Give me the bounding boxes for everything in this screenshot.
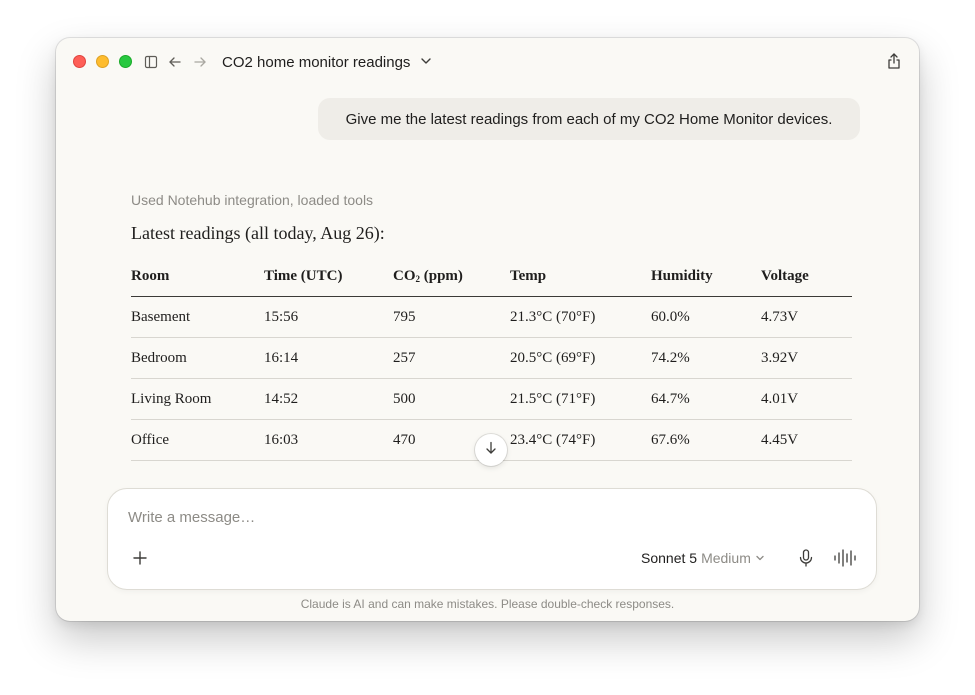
cell-temp: 23.4°C (74°F) <box>510 419 651 461</box>
cell-humidity: 67.6% <box>651 419 761 461</box>
minimize-window-button[interactable] <box>96 55 109 68</box>
chevron-down-icon <box>420 54 432 71</box>
user-message-text: Give me the latest readings from each of… <box>345 110 833 128</box>
cell-room: Living Room <box>131 378 264 420</box>
conversation-title-menu[interactable]: CO2 home monitor readings <box>222 52 432 72</box>
header-co2: CO2 (ppm) <box>393 256 510 297</box>
close-window-button[interactable] <box>73 55 86 68</box>
microphone-icon[interactable] <box>796 548 816 568</box>
conversation-title: CO2 home monitor readings <box>222 53 411 71</box>
cell-room: Basement <box>131 296 264 338</box>
header-humidity: Humidity <box>651 256 761 297</box>
arrow-right-icon[interactable] <box>191 53 209 71</box>
header-co2-main: CO <box>393 267 416 284</box>
app-window: CO2 home monitor readings Give me the la… <box>56 38 919 621</box>
cell-room: Bedroom <box>131 337 264 379</box>
cell-humidity: 60.0% <box>651 296 761 338</box>
arrow-down-icon <box>484 441 498 460</box>
arrow-left-icon[interactable] <box>166 53 184 71</box>
cell-co2: 257 <box>393 337 510 379</box>
chevron-down-icon <box>755 550 765 566</box>
ai-disclaimer: Claude is AI and can make mistakes. Plea… <box>300 597 675 611</box>
cell-voltage: 4.01V <box>761 378 852 420</box>
share-icon[interactable] <box>885 52 903 70</box>
table-row: Bedroom 16:14 257 20.5°C (69°F) 74.2% 3.… <box>131 337 852 379</box>
cell-voltage: 3.92V <box>761 337 852 379</box>
cell-co2: 795 <box>393 296 510 338</box>
model-effort: Medium <box>701 550 751 566</box>
title-bar: CO2 home monitor readings <box>56 38 919 86</box>
header-time: Time (UTC) <box>264 256 393 297</box>
readings-table: Room Time (UTC) CO2 (ppm) Temp Humidity … <box>131 256 852 461</box>
table-row: Basement 15:56 795 21.3°C (70°F) 60.0% 4… <box>131 296 852 338</box>
header-room: Room <box>131 256 264 297</box>
table-row: Living Room 14:52 500 21.5°C (71°F) 64.7… <box>131 378 852 420</box>
model-selector[interactable]: Sonnet 5 Medium <box>641 548 765 568</box>
cell-humidity: 64.7% <box>651 378 761 420</box>
header-temp: Temp <box>510 256 651 297</box>
answer-intro: Latest readings (all today, Aug 26): <box>131 223 385 243</box>
cell-time: 16:03 <box>264 419 393 461</box>
waveform-icon[interactable] <box>834 548 856 568</box>
cell-humidity: 74.2% <box>651 337 761 379</box>
cell-time: 14:52 <box>264 378 393 420</box>
cell-voltage: 4.45V <box>761 419 852 461</box>
scroll-to-bottom-button[interactable] <box>475 434 507 466</box>
user-message-bubble: Give me the latest readings from each of… <box>318 98 860 140</box>
sidebar-icon[interactable] <box>142 53 160 71</box>
model-name: Sonnet 5 <box>641 550 698 566</box>
zoom-window-button[interactable] <box>119 55 132 68</box>
message-input[interactable] <box>128 509 848 526</box>
cell-co2: 500 <box>393 378 510 420</box>
message-composer: Sonnet 5 Medium <box>107 488 877 590</box>
tool-usage-note[interactable]: Used Notehub integration, loaded tools <box>131 192 373 208</box>
cell-time: 15:56 <box>264 296 393 338</box>
header-voltage: Voltage <box>761 256 852 297</box>
cell-temp: 21.3°C (70°F) <box>510 296 651 338</box>
table-header-row: Room Time (UTC) CO2 (ppm) Temp Humidity … <box>131 256 852 297</box>
cell-temp: 21.5°C (71°F) <box>510 378 651 420</box>
header-co2-unit: (ppm) <box>420 267 463 284</box>
cell-time: 16:14 <box>264 337 393 379</box>
cell-temp: 20.5°C (69°F) <box>510 337 651 379</box>
plus-icon[interactable] <box>131 549 149 567</box>
cell-voltage: 4.73V <box>761 296 852 338</box>
cell-room: Office <box>131 419 264 461</box>
